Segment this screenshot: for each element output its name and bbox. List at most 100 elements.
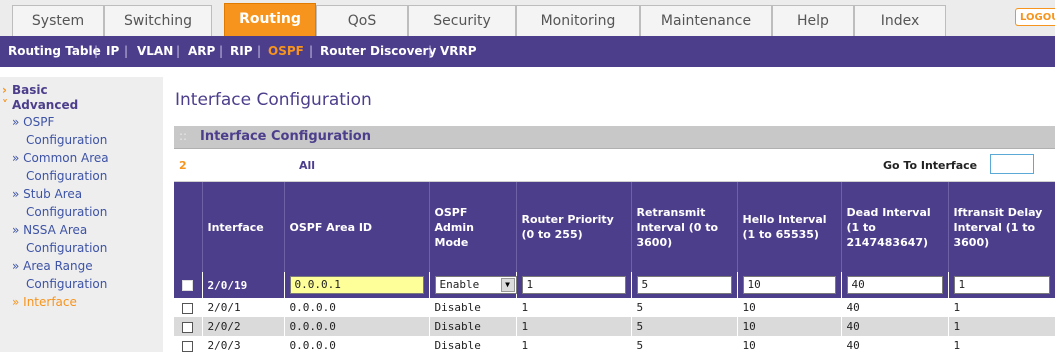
admin-mode-select[interactable]: Enable ▼ xyxy=(434,276,517,294)
sidebar-item-label: » Common Area xyxy=(12,151,109,165)
transit-delay-input[interactable]: 1 xyxy=(953,276,1050,294)
tab-help[interactable]: Help xyxy=(772,5,854,36)
edit-row-transit-cell: 1 xyxy=(948,272,1055,298)
sidebar-item-stub-area[interactable]: » Stub Area Configuration xyxy=(12,185,107,221)
cell-admin-mode: Disable xyxy=(429,298,517,317)
cell-priority: 1 xyxy=(516,298,632,317)
tab-system[interactable]: System xyxy=(12,5,104,36)
cell-hello: 10 xyxy=(737,317,842,336)
tab-routing[interactable]: Routing xyxy=(224,3,316,36)
edit-row-retransmit-cell: 5 xyxy=(631,272,738,298)
cell-transit: 1 xyxy=(948,336,1055,355)
hello-interval-input[interactable]: 10 xyxy=(742,276,836,294)
column-header: Retransmit Interval (0 to 3600) xyxy=(631,182,738,272)
select-checkbox[interactable] xyxy=(182,321,194,333)
edit-row-hello-cell: 10 xyxy=(737,272,842,298)
retransmit-interval-input[interactable]: 5 xyxy=(636,276,732,294)
subnav-ip[interactable]: IP xyxy=(106,36,119,67)
cell-priority: 1 xyxy=(516,336,632,355)
sidebar-advanced-label: Advanced xyxy=(12,98,79,112)
row-select xyxy=(174,336,203,355)
sidebar-item-label: Configuration xyxy=(26,205,108,219)
cell-admin-mode: Disable xyxy=(429,336,517,355)
cell-admin-mode: Disable xyxy=(429,317,517,336)
router-priority-input[interactable]: 1 xyxy=(521,276,626,294)
edit-row-interface: 2/0/19 xyxy=(202,272,285,298)
edit-row-priority-cell: 1 xyxy=(516,272,632,298)
column-header: Iftransit Delay Interval (1 to 3600) xyxy=(948,182,1055,272)
tab-maintenance[interactable]: Maintenance xyxy=(640,5,772,36)
sidebar-item-label: » NSSA Area xyxy=(12,223,88,237)
tab-monitoring[interactable]: Monitoring xyxy=(516,5,640,36)
column-header-select xyxy=(174,182,203,272)
subnav-ospf[interactable]: OSPF xyxy=(268,36,304,67)
cell-dead: 40 xyxy=(841,298,949,317)
edit-row-area-cell: 0.0.0.1 xyxy=(284,272,430,298)
sidebar-advanced[interactable]: ˅ Advanced xyxy=(2,96,78,114)
table-row: 2/0/2 0.0.0.0 Disable 1 5 10 40 1 xyxy=(174,317,1055,336)
sidebar-item-area-range[interactable]: » Area Range Configuration xyxy=(12,257,107,293)
subnav-routing-table[interactable]: Routing Table xyxy=(8,36,101,67)
column-header: Interface xyxy=(202,182,285,272)
sidebar-item-label: Configuration xyxy=(26,241,108,255)
admin-mode-value: Enable xyxy=(439,278,480,291)
edit-row: 2/0/19 0.0.0.1 Enable ▼ 1 5 10 40 1 xyxy=(174,272,1055,298)
cell-interface: 2/0/1 xyxy=(202,298,285,317)
all-link[interactable]: All xyxy=(299,159,315,172)
column-header: Router Priority (0 to 255) xyxy=(516,182,632,272)
cell-area-id: 0.0.0.0 xyxy=(284,317,430,336)
chevron-down-icon[interactable]: ▼ xyxy=(500,278,515,292)
table-header-row: Interface OSPF Area ID OSPF Admin Mode R… xyxy=(174,182,1055,272)
sidebar-item-label: » Stub Area xyxy=(12,187,83,201)
tab-security[interactable]: Security xyxy=(408,5,516,36)
sub-navigation: Routing Table | IP | VLAN | ARP | RIP | … xyxy=(0,36,1055,67)
row-select xyxy=(174,298,203,317)
row-select xyxy=(174,317,203,336)
select-checkbox[interactable] xyxy=(182,302,194,314)
sidebar-item-label: Configuration xyxy=(26,133,108,147)
cell-priority: 1 xyxy=(516,317,632,336)
sidebar-item-ospf-configuration[interactable]: » OSPF Configuration xyxy=(12,113,107,149)
sidebar-basic-label: Basic xyxy=(12,83,48,97)
logout-button[interactable]: LOGOU xyxy=(1015,8,1055,26)
control-row: 2 All Go To Interface xyxy=(174,149,1055,182)
subnav-rip[interactable]: RIP xyxy=(230,36,253,67)
tab-switching[interactable]: Switching xyxy=(104,5,212,36)
section-marker: :: xyxy=(179,129,188,143)
sidebar: › Basic ˅ Advanced » OSPF Configuration » … xyxy=(0,77,163,352)
cell-retransmit: 5 xyxy=(631,336,738,355)
dead-interval-input[interactable]: 40 xyxy=(846,276,943,294)
sidebar-item-label: Configuration xyxy=(26,169,108,183)
cell-dead: 40 xyxy=(841,336,949,355)
edit-row-select xyxy=(174,272,203,298)
sidebar-item-nssa-area[interactable]: » NSSA Area Configuration xyxy=(12,221,107,257)
cell-hello: 10 xyxy=(737,298,842,317)
subnav-arp[interactable]: ARP xyxy=(188,36,215,67)
cell-retransmit: 5 xyxy=(631,317,738,336)
subnav-vlan[interactable]: VLAN xyxy=(137,36,173,67)
area-id-input[interactable]: 0.0.0.1 xyxy=(289,276,424,294)
edit-row-mode-cell: Enable ▼ xyxy=(429,272,517,298)
column-header: Dead Interval (1 to 2147483647) xyxy=(841,182,949,272)
sidebar-item-label: » Area Range xyxy=(12,259,93,273)
sidebar-item-interface[interactable]: » Interface xyxy=(12,293,77,311)
cell-interface: 2/0/3 xyxy=(202,336,285,355)
cell-transit: 1 xyxy=(948,298,1055,317)
sidebar-item-common-area[interactable]: » Common Area Configuration xyxy=(12,149,109,185)
slot-link[interactable]: 2 xyxy=(179,159,187,172)
subnav-vrrp[interactable]: VRRP xyxy=(440,36,477,67)
cell-area-id: 0.0.0.0 xyxy=(284,298,430,317)
top-tab-bar: System Switching Routing QoS Security Mo… xyxy=(0,0,1055,36)
cell-hello: 10 xyxy=(737,336,842,355)
section-title: Interface Configuration xyxy=(200,129,371,144)
tab-index[interactable]: Index xyxy=(854,5,946,36)
table-row: 2/0/3 0.0.0.0 Disable 1 5 10 40 1 xyxy=(174,336,1055,355)
subnav-router-discovery[interactable]: Router Discovery xyxy=(320,36,436,67)
edit-row-dead-cell: 40 xyxy=(841,272,949,298)
section-header: :: Interface Configuration xyxy=(174,126,1055,149)
select-checkbox[interactable] xyxy=(182,280,194,291)
goto-interface-input[interactable] xyxy=(990,154,1034,174)
tab-qos[interactable]: QoS xyxy=(316,5,408,36)
interface-table: Interface OSPF Area ID OSPF Admin Mode R… xyxy=(174,182,1055,355)
select-checkbox[interactable] xyxy=(182,340,194,352)
